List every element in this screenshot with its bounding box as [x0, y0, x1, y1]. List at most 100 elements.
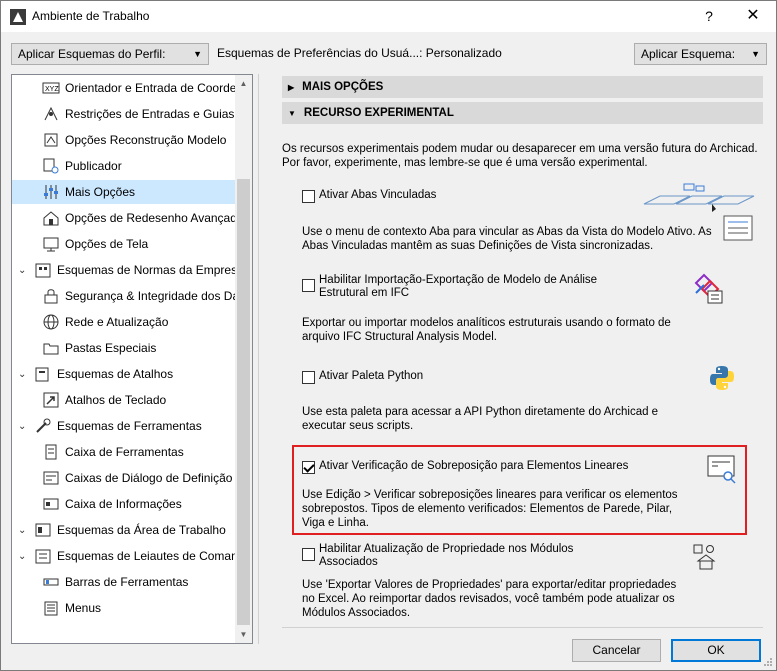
- chevron-down-icon[interactable]: ⌄: [18, 525, 30, 536]
- dialog-window: Ambiente de Trabalho ? ✕ Aplicar Esquema…: [0, 0, 777, 671]
- chevron-down-icon[interactable]: ⌄: [18, 369, 30, 380]
- tree-item-label: Pastas Especiais: [65, 341, 157, 355]
- toolbox-icon: [45, 444, 57, 460]
- tree-item-label: Menus: [65, 601, 102, 615]
- tree-item[interactable]: Caixa de Ferramentas: [12, 440, 235, 464]
- chevron-down-icon[interactable]: ⌄: [18, 551, 30, 562]
- option-label: Ativar Verificação de Sobreposição para …: [319, 460, 629, 472]
- option-label: Habilitar Atualização de Propriedade nos…: [319, 543, 573, 569]
- sliders-icon: [44, 185, 58, 199]
- scroll-up-icon[interactable]: ▲: [235, 75, 252, 92]
- desc-line: arquivo IFC Structural Analysis Model.: [302, 331, 497, 343]
- globe-icon: [43, 314, 59, 330]
- python-palette-checkbox[interactable]: [302, 371, 315, 384]
- title-bar: Ambiente de Trabalho ? ✕: [1, 1, 776, 32]
- linear-overlap-desc: Use Edição > Verificar sobreposições lin…: [302, 488, 678, 530]
- tree-item[interactable]: Rede e Atualização: [12, 310, 235, 334]
- ifc-structural-checkbox[interactable]: [302, 279, 315, 292]
- python-palette-desc: Use esta paleta para acessar a API Pytho…: [302, 405, 658, 433]
- tree-item[interactable]: Restrições de Entradas e Guias: [12, 102, 235, 126]
- module-property-checkbox[interactable]: [302, 548, 315, 561]
- tree-item[interactable]: ⌄ Esquemas de Ferramentas: [18, 414, 235, 438]
- scroll-down-icon[interactable]: ▼: [235, 626, 252, 643]
- dialog-icon: [43, 471, 59, 485]
- tree-scrollbar[interactable]: ▲ ▼: [235, 75, 252, 643]
- tree-item[interactable]: XYZ Orientador e Entrada de Coorden: [12, 76, 243, 100]
- pane-splitter[interactable]: [258, 74, 259, 644]
- tree-item[interactable]: Caixa de Informações: [12, 492, 235, 516]
- apply-profile-dropdown[interactable]: Aplicar Esquemas do Perfil: ▼: [11, 43, 209, 65]
- guides-icon: [44, 106, 58, 121]
- linked-tabs-checkbox[interactable]: [302, 190, 315, 203]
- ifc-icon: [694, 273, 723, 304]
- scroll-thumb[interactable]: [237, 179, 250, 625]
- rebuild-icon: [44, 133, 58, 147]
- help-button[interactable]: ?: [698, 6, 720, 26]
- archicad-app-icon: [10, 9, 26, 25]
- tree-item[interactable]: Pastas Especiais: [12, 336, 235, 360]
- intro-line: Por favor, experimente, mas lembre-se qu…: [282, 157, 648, 169]
- tree-item[interactable]: Segurança & Integridade dos Da: [12, 284, 239, 308]
- tree-item-label: Esquemas de Leiautes de Comando: [57, 549, 252, 563]
- company-icon: [35, 263, 51, 278]
- xyz-icon: XYZ: [42, 82, 60, 94]
- option-label-line: Associados: [319, 556, 378, 568]
- publisher-icon: [43, 158, 59, 174]
- tree-item-label: Publicador: [65, 159, 122, 173]
- intro-text: Os recursos experimentais podem mudar ou…: [282, 142, 758, 170]
- tree-item-label: Opções Reconstrução Modelo: [65, 133, 227, 147]
- tree-item-label: Esquemas de Atalhos: [57, 367, 174, 381]
- command-layout-icon: [35, 549, 51, 564]
- intro-line: Os recursos experimentais podem mudar ou…: [282, 143, 758, 155]
- ifc-structural-option[interactable]: Habilitar Importação-Exportação de Model…: [302, 274, 597, 300]
- tree-item[interactable]: Caixas de Diálogo de Definição d: [12, 466, 242, 490]
- desc-line: Use 'Exportar Valores de Propriedades' p…: [302, 579, 677, 591]
- ok-button[interactable]: OK: [671, 639, 761, 662]
- tree-item[interactable]: ⌄ Esquemas de Normas da Empresa: [18, 258, 244, 282]
- info-box-icon: [43, 498, 59, 510]
- tree-item[interactable]: Barras de Ferramentas: [12, 570, 235, 594]
- desc-line: executar seus scripts.: [302, 420, 414, 432]
- module-property-option[interactable]: Habilitar Atualização de Propriedade nos…: [302, 543, 573, 569]
- tree-item[interactable]: Publicador: [12, 154, 235, 178]
- linear-overlap-option[interactable]: Ativar Verificação de Sobreposição para …: [302, 460, 628, 474]
- python-palette-option[interactable]: Ativar Paleta Python: [302, 370, 423, 384]
- desc-line: Exportar ou importar modelos analíticos …: [302, 317, 671, 329]
- tree-item-label: Caixa de Ferramentas: [65, 445, 184, 459]
- linear-overlap-checkbox[interactable]: [302, 461, 315, 474]
- tree-item[interactable]: Menus: [12, 596, 235, 620]
- tree-item[interactable]: Opções Reconstrução Modelo: [12, 128, 235, 152]
- security-icon: [44, 289, 58, 304]
- close-button[interactable]: ✕: [741, 6, 765, 26]
- apply-scheme-label: Aplicar Esquema:: [641, 47, 736, 61]
- more-options-header[interactable]: ▶ MAIS OPÇÕES: [282, 76, 763, 98]
- overlap-check-icon: [707, 455, 736, 484]
- preference-scheme-label: Esquemas de Preferências do Usuá...: Per…: [217, 46, 502, 60]
- settings-tree[interactable]: XYZ Orientador e Entrada de Coorden Restri…: [11, 74, 253, 644]
- cancel-button[interactable]: Cancelar: [572, 639, 661, 662]
- scheme-bar: Aplicar Esquemas do Perfil: ▼ Esquemas d…: [1, 43, 776, 65]
- tree-item-label: Opções de Redesenho Avançada: [65, 211, 244, 225]
- desc-line: sobrepostos. Tipos de elemento verificad…: [302, 503, 673, 515]
- tree-item[interactable]: Opções de Redesenho Avançada: [12, 206, 244, 230]
- keyboard-shortcut-icon: [43, 392, 59, 408]
- experimental-header[interactable]: ▼ RECURSO EXPERIMENTAL: [282, 102, 763, 124]
- tree-item[interactable]: ⌄ Esquemas da Área de Trabalho: [18, 518, 235, 542]
- option-label: Ativar Paleta Python: [319, 370, 424, 382]
- tree-item[interactable]: Atalhos de Teclado: [12, 388, 235, 412]
- tree-item-label: Barras de Ferramentas: [65, 575, 189, 589]
- tree-item[interactable]: Opções de Tela: [12, 232, 235, 256]
- section-title: RECURSO EXPERIMENTAL: [303, 107, 454, 119]
- tree-item[interactable]: ⌄ Esquemas de Atalhos: [18, 362, 235, 386]
- resize-grip-icon[interactable]: [763, 657, 773, 667]
- linked-tabs-desc: Use o menu de contexto Aba para vincular…: [302, 225, 712, 253]
- tree-item[interactable]: Mais Opções: [12, 180, 235, 204]
- chevron-down-icon[interactable]: ⌄: [18, 421, 30, 432]
- apply-scheme-dropdown[interactable]: Aplicar Esquema: ▼: [634, 43, 767, 65]
- linked-tabs-option[interactable]: Ativar Abas Vinculadas: [302, 189, 436, 203]
- panel-divider: [282, 627, 763, 628]
- tree-item[interactable]: ⌄ Esquemas de Leiautes de Comando: [18, 544, 251, 568]
- expand-right-icon: ▶: [288, 82, 295, 92]
- chevron-down-icon[interactable]: ⌄: [18, 265, 30, 276]
- folder-icon: [43, 343, 59, 355]
